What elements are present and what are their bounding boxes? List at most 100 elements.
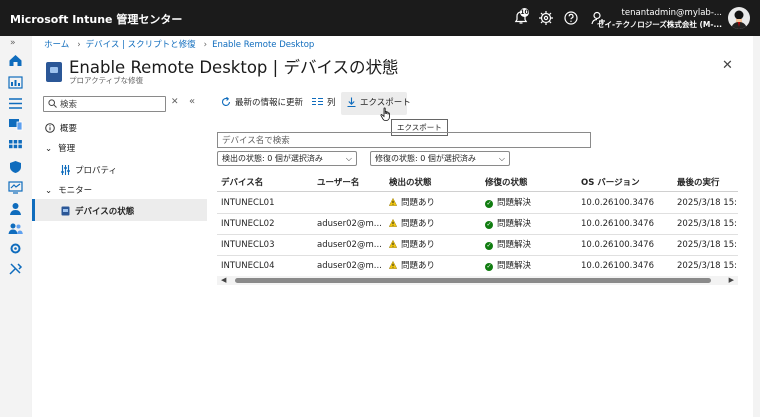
warning-icon	[388, 215, 398, 227]
breadcrumb-home[interactable]: ホーム	[44, 40, 69, 50]
dashboard-icon[interactable]	[8, 76, 23, 89]
table-row[interactable]: INTUNECL03 aduser02@m... 問題あり ✓ 問題解決 10.0…	[217, 235, 738, 256]
column-header-user[interactable]: ユーザー名	[317, 176, 359, 188]
page-scrollbar[interactable]	[753, 36, 760, 417]
user-tenant: セイ-テクノロジーズ株式会社 (M-...	[597, 20, 722, 29]
cell-last-run: 2025/3/18 15:	[677, 198, 737, 208]
clear-search-icon[interactable]: ✕	[171, 97, 179, 107]
warning-icon	[388, 236, 398, 248]
cell-last-run: 2025/3/18 15:	[677, 261, 737, 271]
remediation-label: 問題解決	[497, 219, 532, 229]
script-icon	[46, 62, 62, 82]
column-header-os[interactable]: OS バージョン	[581, 176, 640, 188]
top-bar: Microsoft Intune 管理センター 10 tenantadmin@m…	[0, 0, 760, 36]
more-options-button[interactable]: ...	[377, 58, 387, 69]
help-icon[interactable]	[562, 9, 580, 27]
devices-icon[interactable]	[8, 118, 23, 131]
nav-item-properties[interactable]: プロパティ	[61, 164, 117, 178]
cell-remediation: ✓ 問題解決	[485, 235, 531, 255]
warning-icon	[388, 194, 398, 206]
breadcrumb-policy[interactable]: Enable Remote Desktop	[212, 40, 314, 50]
cell-device: INTUNECL04	[221, 261, 275, 271]
properties-icon	[61, 165, 70, 178]
nav-item-label: 概要	[60, 124, 78, 134]
checkmark-circle-icon: ✓	[485, 242, 493, 250]
search-icon	[48, 99, 57, 110]
cell-detection: 問題あり	[388, 193, 436, 213]
download-icon	[347, 97, 356, 110]
cell-user: aduser02@m...	[317, 261, 382, 271]
columns-icon	[312, 97, 323, 109]
remediation-label: 問題解決	[497, 240, 532, 250]
chevron-down-icon: ⌄	[45, 144, 53, 154]
breadcrumb-separator: ›	[77, 40, 81, 50]
cell-last-run: 2025/3/18 15:	[677, 219, 737, 229]
user-email: tenantadmin@mylab-...	[621, 8, 722, 18]
scroll-right-icon[interactable]: ▶	[729, 276, 734, 284]
breadcrumb: ホーム › デバイス | スクリプトと修復 › Enable Remote Deskto…	[44, 38, 317, 50]
device-status-icon	[61, 206, 70, 219]
checkmark-circle-icon: ✓	[485, 221, 493, 229]
collapse-nav-icon[interactable]: «	[189, 96, 195, 107]
nav-search-input[interactable]: 検索	[43, 96, 166, 112]
nav-item-overview[interactable]: 概要	[45, 122, 77, 136]
cell-device: INTUNECL02	[221, 219, 275, 229]
device-search-input[interactable]: デバイス名で検索	[217, 132, 591, 148]
scroll-left-icon[interactable]: ◀	[221, 276, 226, 284]
cell-device: INTUNECL03	[221, 240, 275, 250]
scrollbar-thumb[interactable]	[235, 278, 711, 283]
info-icon	[45, 123, 55, 136]
nav-item-device-status[interactable]: デバイスの状態	[61, 205, 134, 219]
user-account[interactable]: tenantadmin@mylab-... セイ-テクノロジーズ株式会社 (M-…	[597, 8, 722, 30]
cell-os: 10.0.26100.3476	[581, 261, 655, 271]
avatar[interactable]	[728, 7, 750, 29]
detection-label: 問題あり	[401, 261, 436, 271]
table-row[interactable]: INTUNECL04 aduser02@m... 問題あり ✓ 問題解決 10.0…	[217, 256, 738, 277]
groups-icon[interactable]	[8, 222, 23, 235]
table-row[interactable]: INTUNECL01 問題あり ✓ 問題解決 10.0.26100.3476 20…	[217, 193, 738, 214]
cell-detection: 問題あり	[388, 214, 435, 234]
refresh-button[interactable]: 最新の情報に更新	[221, 96, 303, 110]
cell-detection: 問題あり	[388, 256, 436, 276]
cell-remediation: ✓ 問題解決	[485, 214, 531, 234]
cell-user: aduser02@m...	[317, 219, 382, 229]
table-horizontal-scrollbar[interactable]: ◀ ▶	[217, 276, 738, 285]
column-header-device[interactable]: デバイス名	[221, 176, 263, 188]
column-header-remediation[interactable]: 修復の状態	[485, 176, 528, 188]
cell-os: 10.0.26100.3476	[581, 219, 655, 229]
close-button[interactable]: ✕	[722, 58, 733, 73]
detection-label: 問題あり	[401, 198, 436, 208]
search-placeholder: 検索	[60, 100, 78, 110]
table-row[interactable]: INTUNECL02 aduser02@m... 問題あり ✓ 問題解決 10.0…	[217, 214, 738, 235]
columns-button[interactable]: 列	[312, 96, 336, 109]
all-services-icon[interactable]	[8, 97, 23, 110]
apps-icon[interactable]	[8, 139, 23, 152]
refresh-icon	[221, 96, 231, 110]
users-icon[interactable]	[8, 202, 23, 215]
detection-status-filter[interactable]: 検出の状態: 0 個が選択済み ⌵	[217, 151, 357, 166]
app-title[interactable]: Microsoft Intune 管理センター	[10, 11, 182, 27]
export-button[interactable]: エクスポート	[347, 96, 411, 110]
home-icon[interactable]	[8, 54, 23, 67]
remediation-status-filter[interactable]: 修復の状態: 0 個が選択済み ⌵	[370, 151, 510, 166]
column-header-detection[interactable]: 検出の状態	[389, 176, 432, 188]
nav-group-monitor[interactable]: ⌄ モニター	[45, 184, 92, 196]
reports-icon[interactable]	[8, 181, 23, 194]
remediation-label: 問題解決	[497, 261, 532, 271]
nav-group-label: 管理	[58, 144, 76, 154]
cell-user: aduser02@m...	[317, 240, 382, 250]
endpoint-security-icon[interactable]	[8, 160, 23, 173]
gear-icon[interactable]	[537, 9, 555, 27]
tenant-admin-icon[interactable]	[8, 242, 23, 255]
left-rail: »	[0, 36, 33, 417]
cell-os: 10.0.26100.3476	[581, 240, 655, 250]
troubleshooting-icon[interactable]	[8, 262, 23, 275]
nav-group-label: モニター	[58, 186, 93, 196]
breadcrumb-scripts[interactable]: デバイス | スクリプトと修復	[86, 40, 196, 50]
nav-group-manage[interactable]: ⌄ 管理	[45, 142, 75, 154]
expand-icon[interactable]: »	[10, 38, 16, 48]
device-search-placeholder: デバイス名で検索	[222, 136, 290, 146]
column-header-last-run[interactable]: 最後の実行	[677, 176, 720, 188]
refresh-label: 最新の情報に更新	[235, 98, 304, 108]
cell-remediation: ✓ 問題解決	[485, 256, 531, 276]
